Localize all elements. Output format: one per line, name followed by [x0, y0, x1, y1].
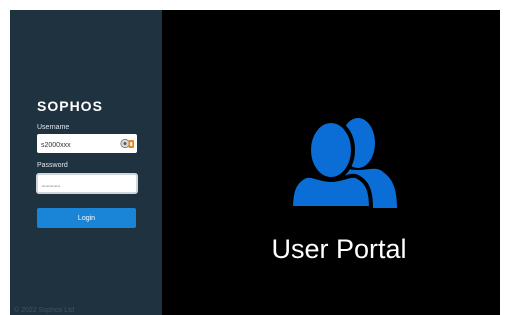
password-label: Password	[37, 162, 68, 169]
username-field-container	[37, 134, 137, 155]
users-icon	[291, 118, 397, 208]
portal-window: SOPHOS Username Password Login © 2022 So…	[10, 10, 500, 315]
password-manager-key-icon[interactable]	[120, 136, 135, 151]
portal-hero: User Portal	[162, 10, 500, 315]
portal-title: User Portal	[271, 234, 407, 264]
password-input[interactable]	[38, 178, 131, 195]
copyright-text: © 2022 Sophos Ltd	[14, 307, 75, 314]
login-button[interactable]: Login	[37, 208, 136, 228]
login-sidebar: SOPHOS Username Password Login © 2022 So…	[10, 10, 162, 315]
password-field-container	[36, 173, 138, 195]
sophos-logo: SOPHOS	[37, 98, 103, 114]
username-label: Username	[37, 124, 70, 131]
username-input[interactable]	[37, 136, 117, 155]
